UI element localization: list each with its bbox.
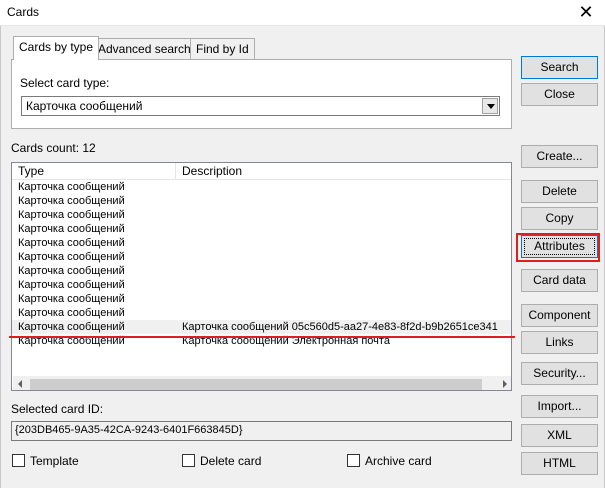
- links-button[interactable]: Links: [521, 331, 598, 354]
- create-button[interactable]: Create...: [521, 145, 598, 168]
- template-checkbox[interactable]: [12, 454, 25, 467]
- scroll-left-icon[interactable]: [13, 377, 28, 390]
- cards-count-label: Cards count: 12: [11, 141, 96, 155]
- table-row[interactable]: Карточка сообщений: [12, 180, 511, 194]
- table-row[interactable]: Карточка сообщений: [12, 306, 511, 320]
- cell-type: Карточка сообщений: [18, 321, 125, 333]
- card-type-value: Карточка сообщений: [26, 99, 143, 113]
- table-row[interactable]: Карточка сообщений: [12, 264, 511, 278]
- archive-card-label: Archive card: [365, 454, 432, 468]
- card-data-button[interactable]: Card data: [521, 269, 598, 292]
- template-label: Template: [30, 454, 79, 468]
- highlight-box-annotation: [516, 233, 600, 262]
- table-row[interactable]: Карточка сообщений: [12, 250, 511, 264]
- tab-panel: [11, 59, 512, 129]
- selected-card-id-field[interactable]: {203DB465-9A35-42CA-9243-6401F663845D}: [11, 421, 512, 441]
- column-header-description[interactable]: Description: [176, 163, 511, 180]
- selected-card-id-label: Selected card ID:: [11, 402, 104, 416]
- cards-list[interactable]: Type Description Карточка сообщений Карт…: [11, 162, 512, 391]
- underline-annotation: [9, 336, 515, 338]
- column-header-type[interactable]: Type: [12, 163, 176, 180]
- table-row[interactable]: Карточка сообщений: [12, 292, 511, 306]
- archive-card-checkbox[interactable]: [347, 454, 360, 467]
- cell-type: Карточка сообщений: [18, 279, 125, 291]
- security-button[interactable]: Security...: [521, 362, 598, 385]
- cell-type: Карточка сообщений: [18, 181, 125, 193]
- search-button[interactable]: Search: [521, 56, 598, 79]
- delete-card-checkbox[interactable]: [182, 454, 195, 467]
- selected-card-id-value: {203DB465-9A35-42CA-9243-6401F663845D}: [15, 424, 243, 436]
- cell-type: Карточка сообщений: [18, 307, 125, 319]
- horizontal-scrollbar[interactable]: [13, 376, 511, 390]
- list-header: Type Description: [12, 163, 511, 180]
- xml-button[interactable]: XML: [521, 424, 598, 447]
- table-row-selected[interactable]: Карточка сообщений Карточка сообщений 05c…: [12, 320, 511, 334]
- table-row[interactable]: Карточка сообщений: [12, 278, 511, 292]
- cell-type: Карточка сообщений: [18, 223, 125, 235]
- chevron-down-icon[interactable]: [482, 98, 498, 114]
- cell-type: Карточка сообщений: [18, 209, 125, 221]
- scrollbar-thumb[interactable]: [30, 379, 482, 390]
- delete-card-label: Delete card: [200, 454, 262, 468]
- tab-find-by-id[interactable]: Find by Id: [190, 38, 255, 59]
- scroll-right-icon[interactable]: [497, 377, 511, 390]
- cell-type: Карточка сообщений: [18, 237, 125, 249]
- window-title: Cards: [7, 5, 40, 19]
- import-button[interactable]: Import...: [521, 395, 598, 418]
- cell-type: Карточка сообщений: [18, 293, 125, 305]
- cell-type: Карточка сообщений: [18, 265, 125, 277]
- html-button[interactable]: HTML: [521, 452, 598, 475]
- table-row[interactable]: Карточка сообщений: [12, 194, 511, 208]
- table-row[interactable]: Карточка сообщений: [12, 208, 511, 222]
- cell-description: Карточка сообщений 05c560d5-aa27-4e83-8f…: [182, 321, 498, 333]
- cell-type: Карточка сообщений: [18, 195, 125, 207]
- title-bar: Cards ✕: [0, 0, 605, 26]
- table-row[interactable]: Карточка сообщений: [12, 236, 511, 250]
- table-row[interactable]: Карточка сообщений: [12, 222, 511, 236]
- tab-advanced-search[interactable]: Advanced search: [92, 38, 197, 59]
- card-type-select[interactable]: Карточка сообщений: [21, 96, 500, 116]
- cell-type: Карточка сообщений: [18, 251, 125, 263]
- tab-cards-by-type[interactable]: Cards by type: [13, 36, 100, 60]
- close-button[interactable]: Close: [521, 83, 598, 106]
- copy-button[interactable]: Copy: [521, 207, 598, 230]
- select-card-type-label: Select card type:: [20, 76, 110, 90]
- close-icon[interactable]: ✕: [573, 2, 599, 24]
- delete-button[interactable]: Delete: [521, 180, 598, 203]
- component-button[interactable]: Component: [521, 304, 598, 327]
